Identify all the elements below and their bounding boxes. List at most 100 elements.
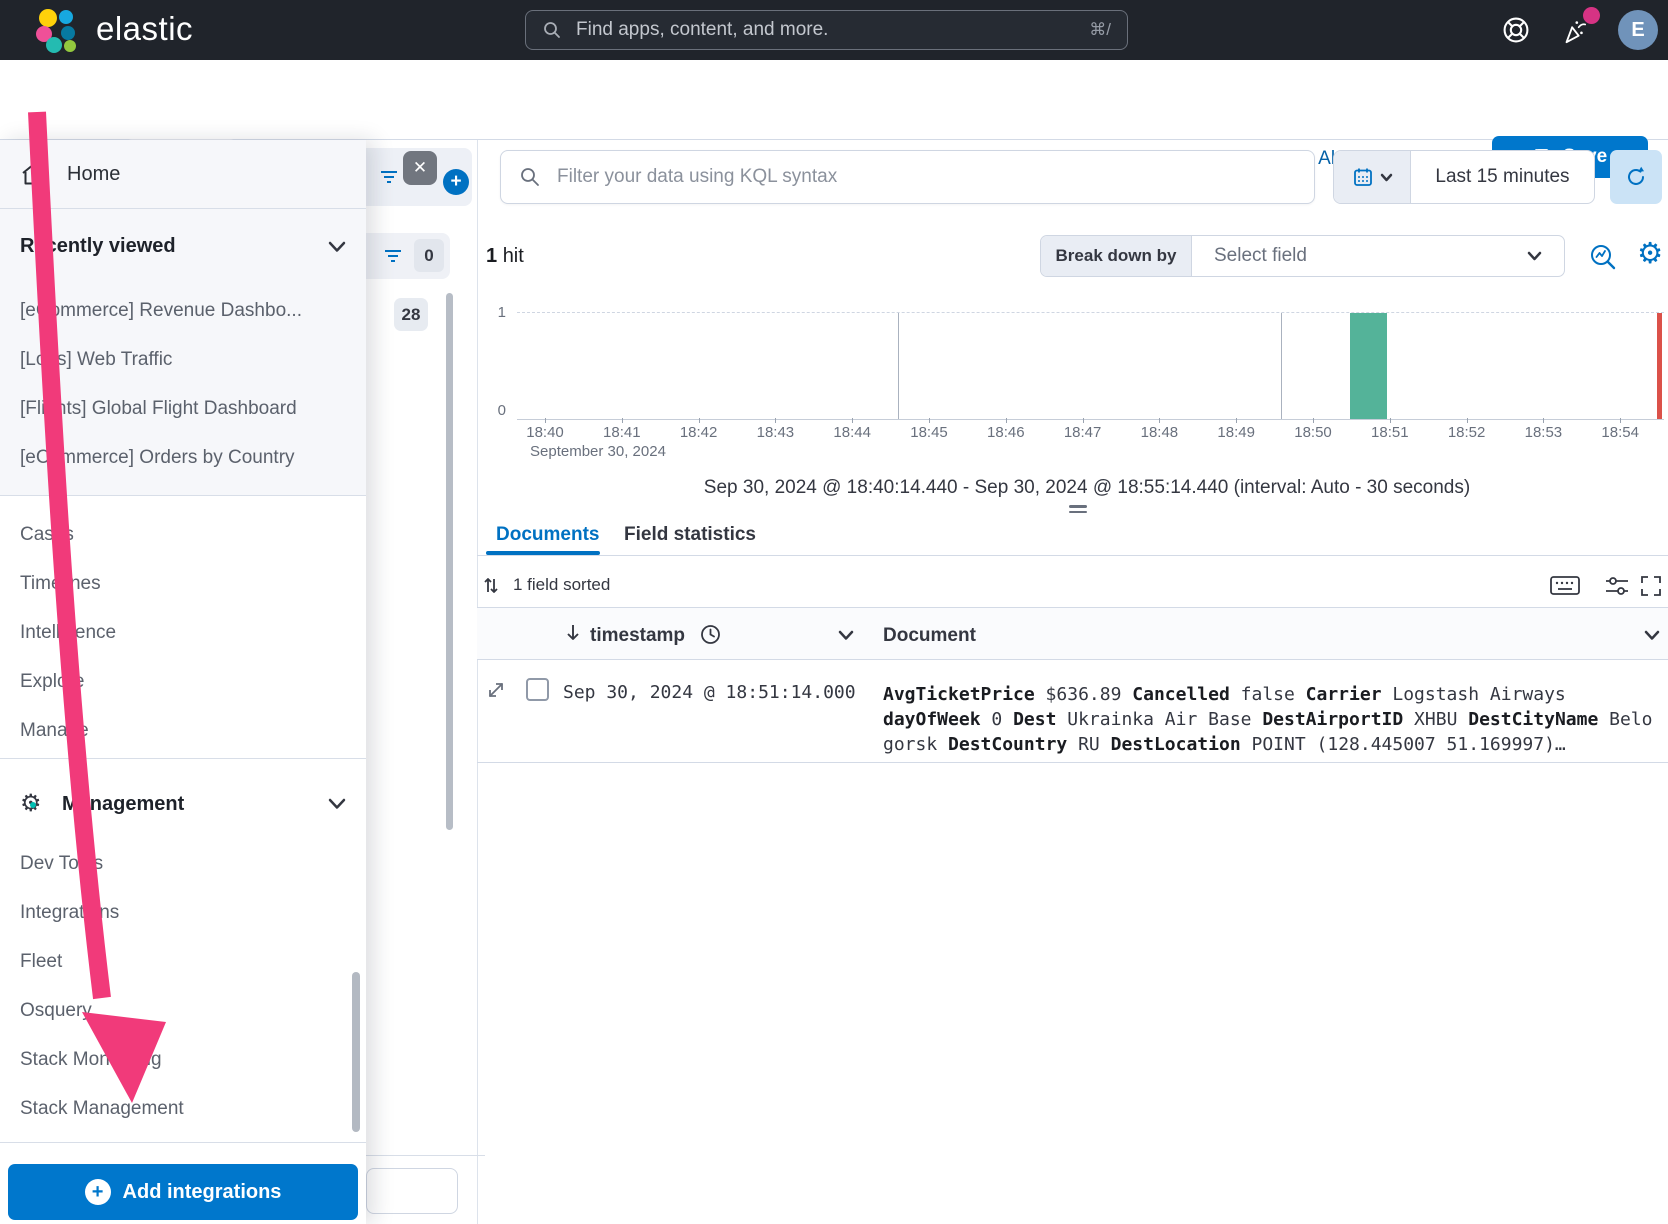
refresh-button[interactable] [1610, 150, 1662, 204]
breakdown-label: Break down by [1041, 236, 1192, 276]
x-axis-date-label: September 30, 2024 [530, 443, 666, 460]
nav-management-item[interactable]: Stack Monitoring [20, 1049, 346, 1071]
collapsible-nav: Home Recently viewed [eCommerce] Revenue… [0, 140, 366, 1224]
sort-fields-icon[interactable] [483, 576, 499, 595]
x-axis-label: 18:41 [603, 424, 641, 441]
breakdown-placeholder: Select field [1214, 245, 1307, 267]
nav-recent-item[interactable]: [eCommerce] Revenue Dashbo... [20, 300, 346, 322]
nav-link-item[interactable]: Cases [20, 524, 346, 546]
breakdown-select[interactable]: Select field [1192, 236, 1564, 276]
nav-management-item[interactable]: Dev Tools [20, 853, 346, 875]
field-panel-scrollbar[interactable] [446, 293, 453, 830]
avatar-initial: E [1631, 19, 1644, 42]
nav-scrollbar[interactable] [352, 972, 360, 1132]
keyboard-icon[interactable] [1549, 574, 1581, 597]
filter-icon[interactable] [378, 168, 400, 186]
x-axis-label: 18:48 [1141, 424, 1179, 441]
document-line: gorsk DestCountry RU DestLocation POINT … [883, 732, 1668, 757]
kql-query-bar[interactable] [500, 150, 1315, 204]
available-fields-count: 28 [394, 298, 428, 331]
document-line: AvgTicketPrice $636.89 Cancelled false C… [883, 682, 1668, 707]
row-checkbox[interactable] [526, 678, 549, 701]
nav-recent-item[interactable]: [Logs] Web Traffic [20, 349, 346, 371]
chart-settings-gear-icon[interactable]: ⚙ [1634, 238, 1666, 270]
brand-wordmark: elastic [96, 10, 193, 48]
kql-input[interactable] [555, 165, 1296, 189]
current-time-marker [1657, 313, 1662, 419]
global-header: elastic ⌘/ E [0, 0, 1668, 60]
nav-item-home[interactable]: Home [0, 140, 366, 209]
x-axis-label: 18:45 [910, 424, 948, 441]
x-axis-tick [775, 418, 776, 423]
nav-footer: + Add integrations [0, 1142, 366, 1224]
row-timestamp: Sep 30, 2024 @ 18:51:14.000 [563, 682, 856, 703]
discover-page: elastic ⌘/ E D Disc [0, 0, 1668, 1224]
app-toolbar: D Discover NewOpenShareAlertsInspect Sav… [0, 60, 1668, 140]
management-list: Dev Tools Integrations Fleet Osquery Stack M… [20, 853, 346, 1120]
nav-link-item[interactable]: Intelligence [20, 622, 346, 644]
close-tooltip-button[interactable]: ✕ [403, 151, 437, 185]
nav-recent-item[interactable]: [Flights] Global Flight Dashboard [20, 398, 346, 420]
display-options-icon[interactable] [1604, 575, 1630, 597]
chevron-down-icon[interactable] [328, 798, 346, 810]
x-axis-tick [699, 418, 700, 423]
add-integrations-label: Add integrations [123, 1181, 282, 1204]
global-search[interactable]: ⌘/ [525, 10, 1128, 50]
resize-handle[interactable] [1069, 505, 1087, 515]
avatar[interactable]: E [1618, 10, 1658, 50]
column-header-timestamp[interactable]: timestamp [590, 625, 685, 647]
field-search-fragment[interactable] [366, 1168, 458, 1214]
x-axis-tick [1006, 418, 1007, 423]
nav-recent-item[interactable]: [eCommerce] Orders by Country [20, 447, 346, 469]
sort-descending-icon[interactable] [565, 623, 581, 642]
nav-management-item[interactable]: Fleet [20, 951, 346, 973]
x-axis-tick [1236, 418, 1237, 423]
x-axis-tick [1083, 418, 1084, 423]
hit-count-number: 1 [486, 245, 497, 267]
nav-management-item[interactable]: Osquery [20, 1000, 346, 1022]
management-gear-icon: ⚙ [20, 791, 46, 817]
time-interval-summary: Sep 30, 2024 @ 18:40:14.440 - Sep 30, 20… [507, 477, 1667, 499]
chart-suggestions-icon[interactable] [1588, 242, 1618, 272]
nav-management-item[interactable]: Integrations [20, 902, 346, 924]
search-icon [542, 20, 562, 40]
x-axis-label: 18:42 [680, 424, 718, 441]
recently-viewed-title[interactable]: Recently viewed [20, 235, 176, 258]
kql-search-icon [519, 166, 541, 188]
column-menu-chevron-icon[interactable] [838, 630, 854, 641]
x-axis-label: 18:40 [526, 424, 564, 441]
tab-documents[interactable]: Documents [496, 524, 599, 546]
x-axis-tick [1390, 418, 1391, 423]
x-axis-tick [1620, 418, 1621, 423]
nav-link-item[interactable]: Timelines [20, 573, 346, 595]
recently-viewed-list: [eCommerce] Revenue Dashbo... [Logs] Web … [20, 300, 346, 469]
chevron-down-icon[interactable] [328, 241, 346, 253]
nav-management-item[interactable]: Stack Management [20, 1098, 346, 1120]
column-header-document[interactable]: Document [883, 625, 976, 647]
date-picker-button[interactable] [1334, 151, 1411, 203]
sorted-fields-label[interactable]: 1 field sorted [513, 575, 610, 595]
global-search-input[interactable] [574, 18, 1077, 42]
management-title[interactable]: Management [62, 793, 184, 816]
fullscreen-icon[interactable] [1640, 575, 1662, 597]
nav-link-item[interactable]: Explore [20, 671, 346, 693]
histogram-plot [517, 312, 1664, 420]
add-field-button[interactable]: + [443, 169, 469, 195]
expand-row-icon[interactable] [486, 680, 506, 700]
column-menu-chevron-icon[interactable] [1644, 630, 1660, 641]
field-filter-icon[interactable] [382, 247, 404, 265]
breakdown-control: Break down by Select field [1040, 235, 1565, 277]
x-axis-tick [852, 418, 853, 423]
chevron-down-icon [1527, 251, 1542, 261]
tab-field-statistics[interactable]: Field statistics [624, 524, 756, 546]
time-range-value[interactable]: Last 15 minutes [1411, 151, 1594, 203]
selected-filters-count: 0 [414, 239, 444, 272]
y-axis-max-label: 1 [488, 304, 506, 321]
nav-link-item[interactable]: Manage [20, 720, 346, 742]
help-icon[interactable] [1502, 16, 1530, 44]
add-integrations-button[interactable]: + Add integrations [8, 1164, 358, 1220]
calendar-icon [1352, 166, 1374, 188]
x-axis-label: 18:47 [1064, 424, 1102, 441]
row-document: AvgTicketPrice $636.89 Cancelled false C… [883, 682, 1668, 757]
news-party-icon[interactable] [1560, 17, 1588, 45]
